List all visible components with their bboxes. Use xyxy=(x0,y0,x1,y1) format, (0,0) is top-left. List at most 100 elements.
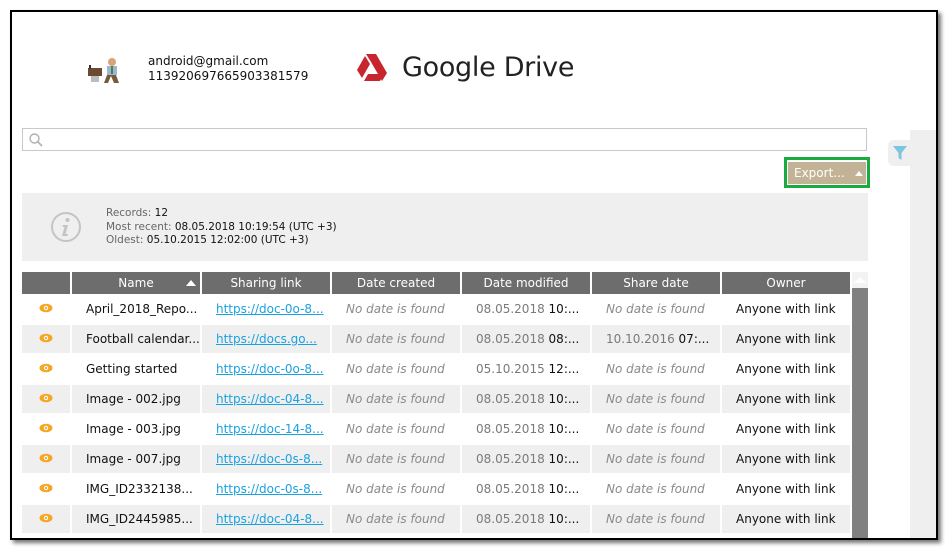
cell-sharing-link: https://doc-04-8... xyxy=(202,385,330,415)
filter-button[interactable] xyxy=(888,140,912,166)
cell-date-created: No date is found xyxy=(332,505,460,535)
cell-owner: Anyone with link xyxy=(722,325,850,355)
sharing-link[interactable]: https://doc-0s-8... xyxy=(216,482,322,496)
table-row[interactable]: IMG_ID2445985... https://doc-04-8... No da… xyxy=(22,505,850,535)
cell-date-modified: 08.05.2018 10:... xyxy=(462,505,590,535)
cell-owner: Anyone with link xyxy=(722,385,850,415)
cell-date-created: No date is found xyxy=(332,415,460,445)
sharing-link[interactable]: https://doc-0s-8... xyxy=(216,452,322,466)
sharing-link[interactable]: https://doc-04-8... xyxy=(216,392,324,406)
sharing-link[interactable]: https://doc-0o-8... xyxy=(216,302,324,316)
table-row[interactable]: Image - 003.jpg https://doc-14-8... No dat… xyxy=(22,415,850,445)
cell-preview[interactable] xyxy=(22,385,70,415)
cell-name: Image - 002.jpg xyxy=(72,385,200,415)
cell-date-modified: 08.05.2018 10:... xyxy=(462,295,590,325)
cell-preview[interactable] xyxy=(22,415,70,445)
cell-sharing-link: https://doc-0o-8... xyxy=(202,295,330,325)
cell-preview[interactable] xyxy=(22,505,70,535)
most-recent-line: Most recent: 08.05.2018 10:19:54 (UTC +3… xyxy=(106,220,337,233)
column-header-sharing-link[interactable]: Sharing link xyxy=(202,272,330,295)
cell-share-date: No date is found xyxy=(592,355,720,385)
brand-header: Google Drive xyxy=(354,52,574,83)
eye-icon xyxy=(39,513,53,523)
cell-sharing-link: https://doc-0s-8... xyxy=(202,445,330,475)
search-icon xyxy=(29,133,43,147)
sharing-link[interactable]: https://doc-14-8... xyxy=(216,422,324,436)
cell-date-modified: 08.05.2018 10:... xyxy=(462,415,590,445)
cell-preview[interactable] xyxy=(22,355,70,385)
cell-share-date: No date is found xyxy=(592,475,720,505)
app-title: Google Drive xyxy=(402,52,575,83)
cell-name: Image - 007.jpg xyxy=(72,445,200,475)
sharing-link[interactable]: https://docs.go... xyxy=(216,332,317,346)
export-button[interactable]: Export... xyxy=(788,162,866,184)
column-header-owner[interactable]: Owner xyxy=(722,272,850,295)
column-header-name[interactable]: Name xyxy=(72,272,200,295)
search-input[interactable] xyxy=(47,129,861,150)
cell-preview[interactable] xyxy=(22,475,70,505)
cell-sharing-link: https://docs.go... xyxy=(202,325,330,355)
column-header-date-created[interactable]: Date created xyxy=(332,272,460,295)
cell-owner: Anyone with link xyxy=(722,505,850,535)
eye-icon xyxy=(39,393,53,403)
cell-name: Football calendar... xyxy=(72,325,200,355)
cell-preview[interactable] xyxy=(22,325,70,355)
eye-icon xyxy=(39,333,53,343)
cell-share-date: No date is found xyxy=(592,445,720,475)
cell-owner: Anyone with link xyxy=(722,295,850,325)
scroll-up-button[interactable] xyxy=(852,272,868,288)
oldest-line: Oldest: 05.10.2015 12:02:00 (UTC +3) xyxy=(106,234,309,246)
cell-date-modified: 08.05.2018 10:... xyxy=(462,445,590,475)
most-recent-value: 08.05.2018 10:19:54 (UTC +3) xyxy=(174,220,337,233)
vertical-scrollbar[interactable] xyxy=(852,272,868,538)
sharing-link[interactable]: https://doc-04-8... xyxy=(216,512,324,526)
cell-preview[interactable] xyxy=(22,445,70,475)
cell-sharing-link: https://doc-04-8... xyxy=(202,505,330,535)
cell-share-date: No date is found xyxy=(592,505,720,535)
user-avatar-icon xyxy=(88,58,119,83)
column-header-date-modified[interactable]: Date modified xyxy=(462,272,590,295)
cell-owner: Anyone with link xyxy=(722,415,850,445)
column-header-share-date[interactable]: Share date xyxy=(592,272,720,295)
cell-date-created: No date is found xyxy=(332,355,460,385)
cell-date-modified: 08.05.2018 10:... xyxy=(462,385,590,415)
cell-name: IMG_ID2332138... xyxy=(72,475,200,505)
table-row[interactable]: April_2018_Repo... https://doc-0o-8... No … xyxy=(22,295,850,325)
records-count: 12 xyxy=(154,207,169,219)
cell-share-date: No date is found xyxy=(592,295,720,325)
cell-sharing-link: https://doc-14-8... xyxy=(202,415,330,445)
cell-date-created: No date is found xyxy=(332,445,460,475)
cell-date-modified: 05.10.2015 12:... xyxy=(462,355,590,385)
cell-share-date: 10.10.2016 07:... xyxy=(592,325,720,355)
cell-owner: Anyone with link xyxy=(722,475,850,505)
table-row[interactable]: IMG_ID2332138... https://doc-0s-8... No da… xyxy=(22,475,850,505)
table-header-row: Name Sharing link Date created Date modi… xyxy=(22,272,850,295)
cell-owner: Anyone with link xyxy=(722,355,850,385)
filter-icon xyxy=(893,146,907,160)
eye-icon xyxy=(39,483,53,493)
app-window: android@gmail.com 113920697665903381579 … xyxy=(10,10,938,540)
table-row[interactable]: Image - 002.jpg https://doc-04-8... No dat… xyxy=(22,385,850,415)
cell-date-created: No date is found xyxy=(332,385,460,415)
sharing-link[interactable]: https://doc-0o-8... xyxy=(216,362,324,376)
cell-preview[interactable] xyxy=(22,295,70,325)
cell-date-modified: 08.05.2018 08:... xyxy=(462,325,590,355)
results-table: Name Sharing link Date created Date modi… xyxy=(22,272,852,535)
cell-name: Getting started xyxy=(72,355,200,385)
cell-date-created: No date is found xyxy=(332,475,460,505)
records-summary-text: Records: 12 Most recent: 08.05.2018 10:1… xyxy=(106,207,337,248)
table-row[interactable]: Image - 007.jpg https://doc-0s-8... No dat… xyxy=(22,445,850,475)
info-icon xyxy=(51,212,81,242)
cell-date-created: No date is found xyxy=(332,325,460,355)
eye-icon xyxy=(39,363,53,373)
scrollbar-thumb[interactable] xyxy=(852,288,868,538)
column-header-icon[interactable] xyxy=(22,272,70,295)
cell-date-modified: 08.05.2018 10:... xyxy=(462,475,590,505)
scroll-up-icon xyxy=(854,277,866,283)
search-bar[interactable] xyxy=(22,128,867,151)
cell-name: April_2018_Repo... xyxy=(72,295,200,325)
table-row[interactable]: Football calendar... https://docs.go... No… xyxy=(22,325,850,355)
account-email: android@gmail.com xyxy=(148,54,269,68)
table-row[interactable]: Getting started https://doc-0o-8... No dat… xyxy=(22,355,850,385)
results-table-container: Name Sharing link Date created Date modi… xyxy=(22,272,868,538)
